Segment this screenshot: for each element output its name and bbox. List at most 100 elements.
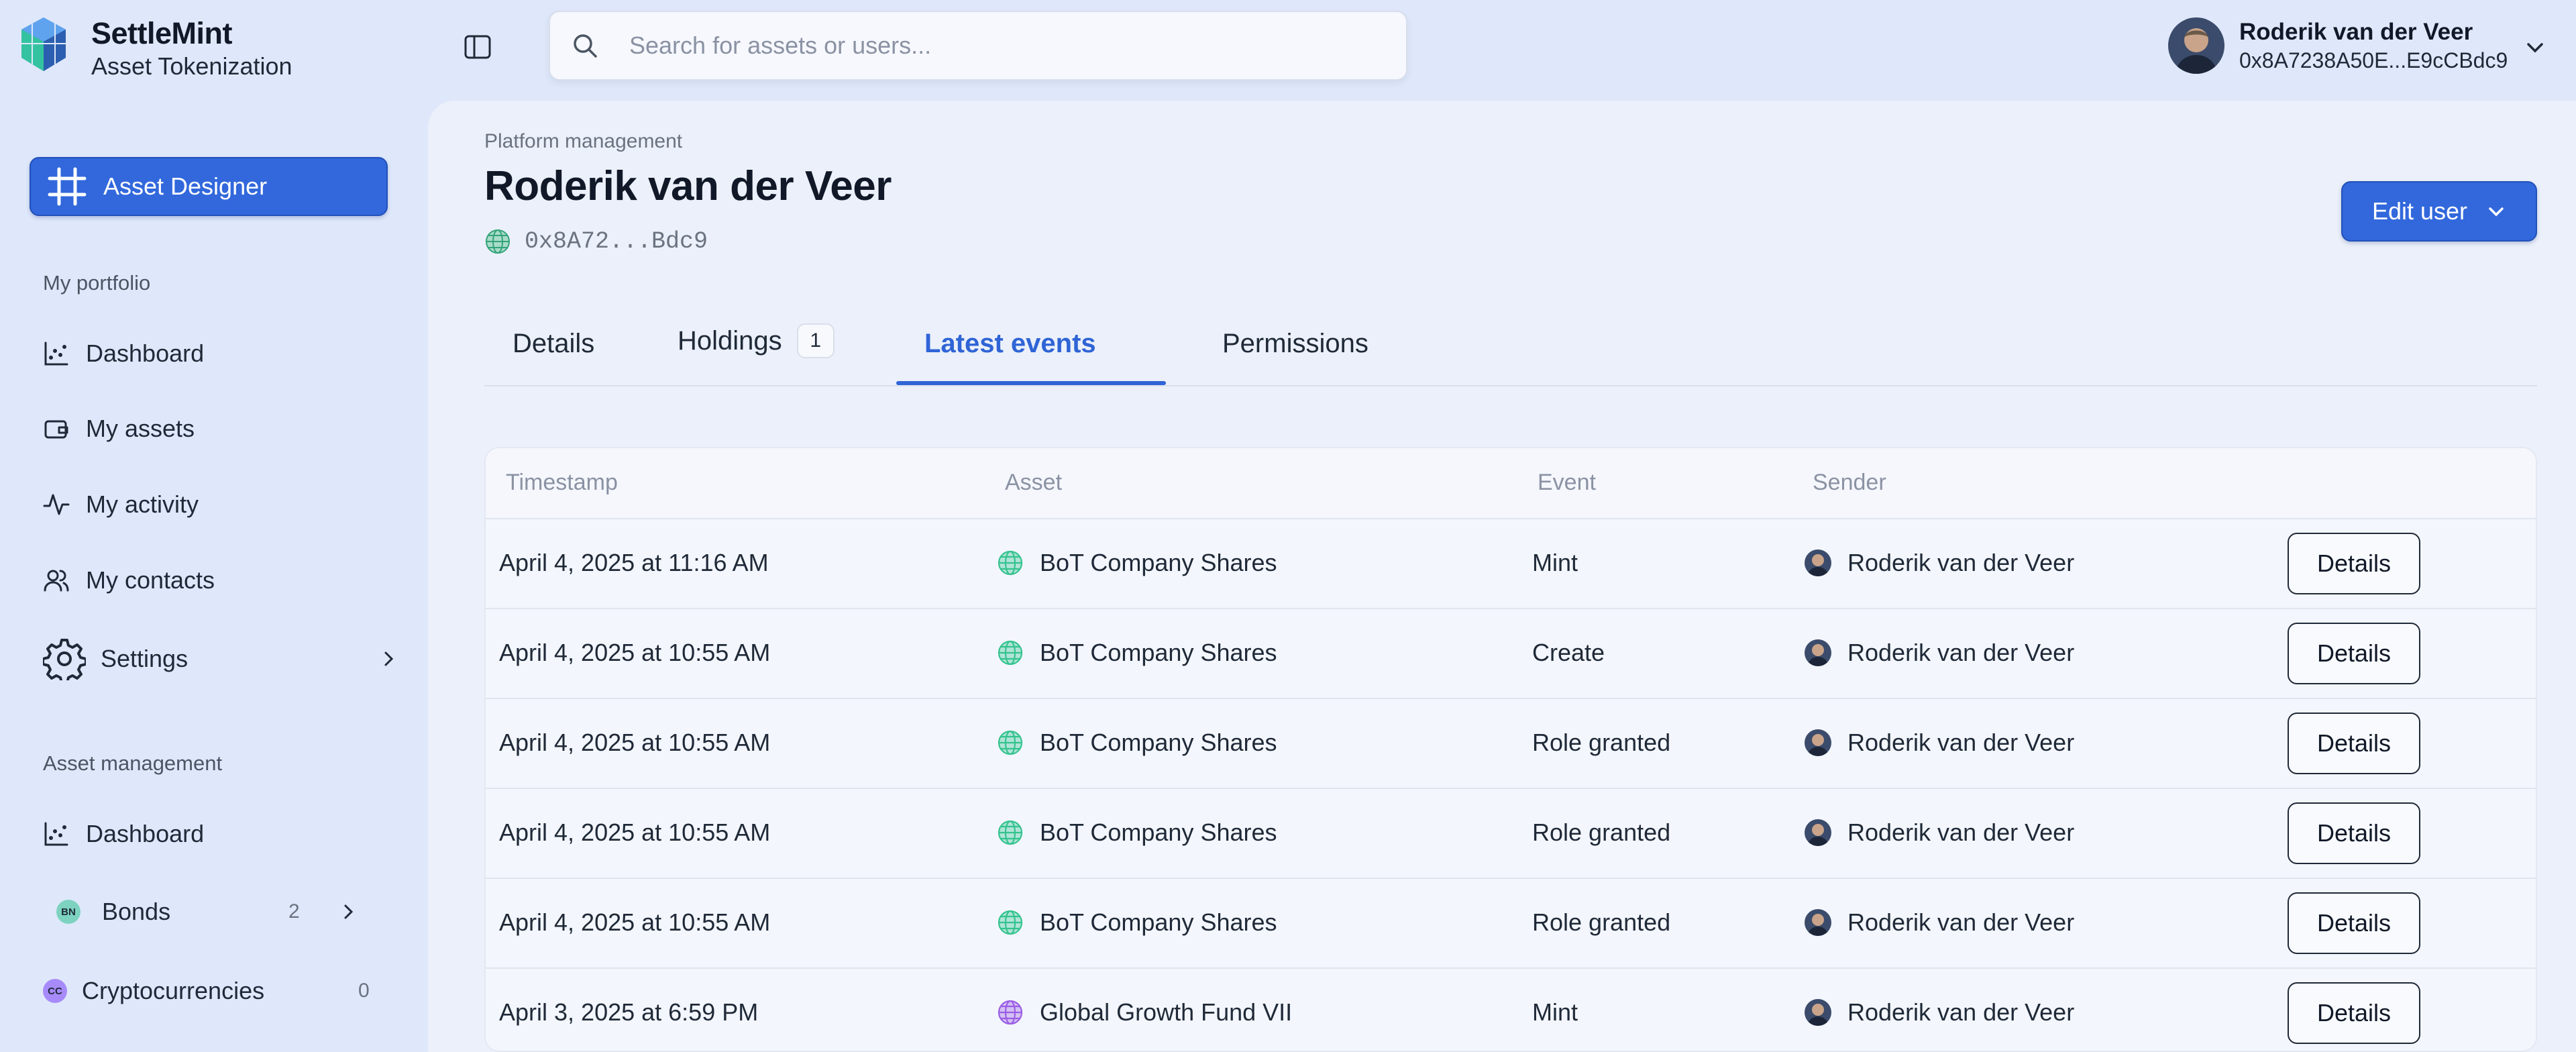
sender-name: Roderik van der Veer (1847, 729, 2075, 756)
details-button[interactable]: Details (2288, 982, 2420, 1044)
user-address: 0x8A7238A50E...E9cCBdc9 (2239, 48, 2508, 72)
sidebar-item-label: Dashboard (86, 820, 205, 847)
table-row[interactable]: April 3, 2025 at 6:59 PM Global Growth Fu… (486, 969, 2536, 1051)
tab-holdings[interactable]: Holdings 1 (678, 323, 835, 358)
sidebar-item-asset-dashboard[interactable]: Dashboard (43, 820, 204, 848)
cell-asset[interactable]: BoT Company Shares (997, 729, 1277, 757)
edit-user-button[interactable]: Edit user (2341, 181, 2537, 242)
main-panel: Platform management Roderik van der Veer… (428, 101, 2576, 1052)
cell-sender[interactable]: Roderik van der Veer (1805, 998, 2074, 1027)
frame-icon (48, 167, 87, 206)
sidebar-item-my-assets[interactable]: My assets (43, 415, 195, 443)
column-header-asset[interactable]: Asset (1005, 470, 1062, 496)
table-row[interactable]: April 4, 2025 at 10:55 AM BoT Company Sha… (486, 609, 2536, 699)
search-input[interactable] (629, 32, 1367, 60)
sidebar-item-label: My contacts (86, 566, 215, 594)
tab-details[interactable]: Details (513, 329, 594, 359)
brand[interactable]: SettleMint Asset Tokenization (19, 16, 292, 82)
search-bar[interactable] (549, 11, 1407, 81)
sender-name: Roderik van der Veer (1847, 549, 2075, 576)
sidebar-item-label: My assets (86, 415, 195, 442)
edit-user-label: Edit user (2371, 197, 2468, 225)
address-globe-icon (486, 229, 510, 254)
table-row[interactable]: April 4, 2025 at 10:55 AM BoT Company Sha… (486, 699, 2536, 789)
sender-name: Roderik van der Veer (1847, 998, 2075, 1026)
details-button[interactable]: Details (2288, 892, 2420, 954)
sender-name: Roderik van der Veer (1847, 819, 2075, 846)
cell-event: Role granted (1532, 819, 1671, 846)
table-row[interactable]: April 4, 2025 at 11:16 AM BoT Company Sha… (486, 519, 2536, 609)
column-header-timestamp[interactable]: Timestamp (506, 470, 618, 496)
tab-latest-events[interactable]: Latest events (924, 329, 1096, 359)
sidebar-item-label: Cryptocurrencies (82, 977, 265, 1004)
cell-timestamp: April 3, 2025 at 6:59 PM (499, 998, 759, 1026)
bonds-count: 2 (288, 900, 300, 923)
activity-icon (43, 491, 70, 518)
sidebar: SettleMint Asset Tokenization Asset Desi… (0, 0, 428, 1052)
asset-globe-icon (998, 910, 1023, 935)
details-button[interactable]: Details (2288, 533, 2420, 594)
cell-sender[interactable]: Roderik van der Veer (1805, 729, 2074, 757)
sidebar-item-my-contacts[interactable]: My contacts (43, 566, 215, 594)
avatar (2168, 17, 2224, 74)
chevron-down-icon (2489, 207, 2504, 217)
sidebar-item-label: Bonds (102, 898, 171, 925)
details-button[interactable]: Details (2288, 802, 2420, 864)
asset-name: Global Growth Fund VII (1040, 998, 1293, 1026)
sidebar-item-settings[interactable]: Settings (43, 637, 398, 680)
cell-sender[interactable]: Roderik van der Veer (1805, 819, 2074, 847)
cell-asset[interactable]: BoT Company Shares (997, 549, 1277, 577)
address-text[interactable]: 0x8A72...Bdc9 (525, 228, 708, 255)
cell-asset[interactable]: BoT Company Shares (997, 639, 1277, 667)
avatar (1805, 549, 1831, 576)
tab-permissions[interactable]: Permissions (1222, 329, 1368, 359)
column-header-sender[interactable]: Sender (1813, 470, 1886, 496)
cryptocurrencies-badge-icon: CC (43, 979, 67, 1003)
asset-name: BoT Company Shares (1040, 639, 1277, 666)
avatar (1805, 729, 1831, 756)
cell-sender[interactable]: Roderik van der Veer (1805, 908, 2074, 937)
cryptocurrencies-count: 0 (358, 980, 370, 1002)
breadcrumb[interactable]: Platform management (484, 130, 682, 153)
asset-designer-button[interactable]: Asset Designer (30, 157, 388, 216)
chevron-down-icon[interactable] (2524, 36, 2546, 59)
sidebar-item-my-activity[interactable]: My activity (43, 490, 199, 519)
avatar (1805, 909, 1831, 936)
gear-icon (43, 637, 86, 680)
user-menu[interactable]: Roderik van der Veer 0x8A7238A50E...E9cC… (2168, 17, 2508, 74)
chevron-right-icon (344, 904, 354, 919)
asset-globe-icon (998, 730, 1023, 755)
cell-sender[interactable]: Roderik van der Veer (1805, 549, 2074, 577)
sidebar-item-label: Dashboard (86, 339, 205, 367)
cell-timestamp: April 4, 2025 at 10:55 AM (499, 639, 771, 666)
details-button[interactable]: Details (2288, 623, 2420, 684)
cell-timestamp: April 4, 2025 at 11:16 AM (499, 549, 769, 576)
cell-event: Role granted (1532, 908, 1671, 936)
sidebar-item-dashboard[interactable]: Dashboard (43, 339, 204, 368)
avatar (1805, 999, 1831, 1026)
cell-asset[interactable]: Global Growth Fund VII (997, 998, 1292, 1027)
cell-asset[interactable]: BoT Company Shares (997, 908, 1277, 937)
sender-name: Roderik van der Veer (1847, 908, 2075, 936)
asset-globe-icon (998, 550, 1023, 576)
page-title: Roderik van der Veer (484, 163, 892, 209)
tab-label: Holdings (678, 325, 782, 356)
sidebar-toggle-icon[interactable] (463, 32, 492, 62)
active-tab-indicator (896, 381, 1166, 385)
cell-asset[interactable]: BoT Company Shares (997, 819, 1277, 847)
details-button[interactable]: Details (2288, 713, 2420, 774)
cell-event: Role granted (1532, 729, 1671, 756)
cell-sender[interactable]: Roderik van der Veer (1805, 639, 2074, 667)
asset-globe-icon (998, 1000, 1023, 1025)
sidebar-item-bonds[interactable]: BN Bonds 2 (56, 898, 358, 926)
cell-event: Create (1532, 639, 1605, 666)
asset-name: BoT Company Shares (1040, 908, 1277, 936)
avatar (1805, 639, 1831, 666)
column-header-event[interactable]: Event (1538, 470, 1596, 496)
sidebar-item-cryptocurrencies[interactable]: CC Cryptocurrencies 0 (43, 977, 370, 1005)
table-row[interactable]: April 4, 2025 at 10:55 AM BoT Company Sha… (486, 879, 2536, 969)
table-row[interactable]: April 4, 2025 at 10:55 AM BoT Company Sha… (486, 789, 2536, 879)
wallet-icon (43, 415, 70, 442)
table-header: Timestamp Asset Event Sender (486, 448, 2536, 519)
asset-name: BoT Company Shares (1040, 819, 1277, 846)
